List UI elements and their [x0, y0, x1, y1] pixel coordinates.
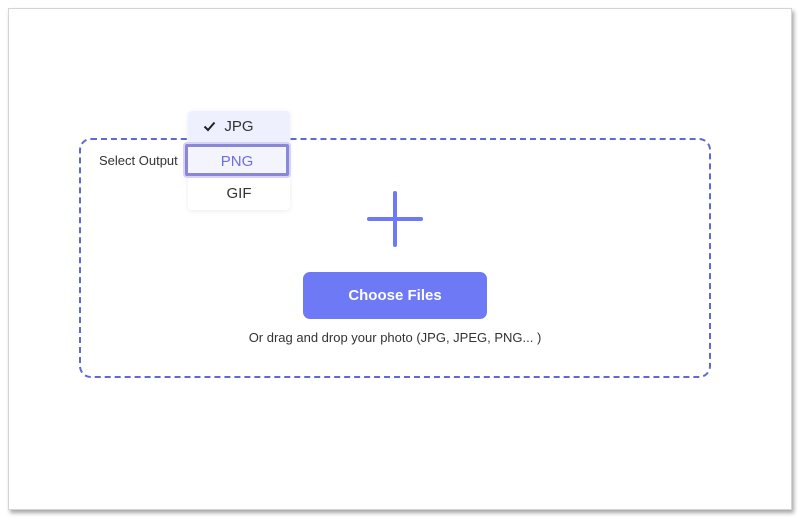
select-output-label: Select Output: [99, 153, 178, 168]
format-option-label: PNG: [220, 153, 254, 170]
plus-icon[interactable]: [367, 191, 423, 247]
drag-drop-hint: Or drag and drop your photo (JPG, JPEG, …: [248, 330, 542, 345]
output-format-menu: JPG PNG GIF: [185, 111, 290, 210]
format-option-label: GIF: [226, 185, 252, 202]
format-option-png[interactable]: PNG: [185, 144, 289, 176]
format-option-label: JPG: [224, 118, 254, 135]
format-option-jpg[interactable]: JPG: [188, 111, 290, 142]
choose-files-button[interactable]: Choose Files: [303, 272, 487, 319]
checkmark-icon: [203, 111, 217, 142]
format-option-gif[interactable]: GIF: [188, 178, 290, 209]
